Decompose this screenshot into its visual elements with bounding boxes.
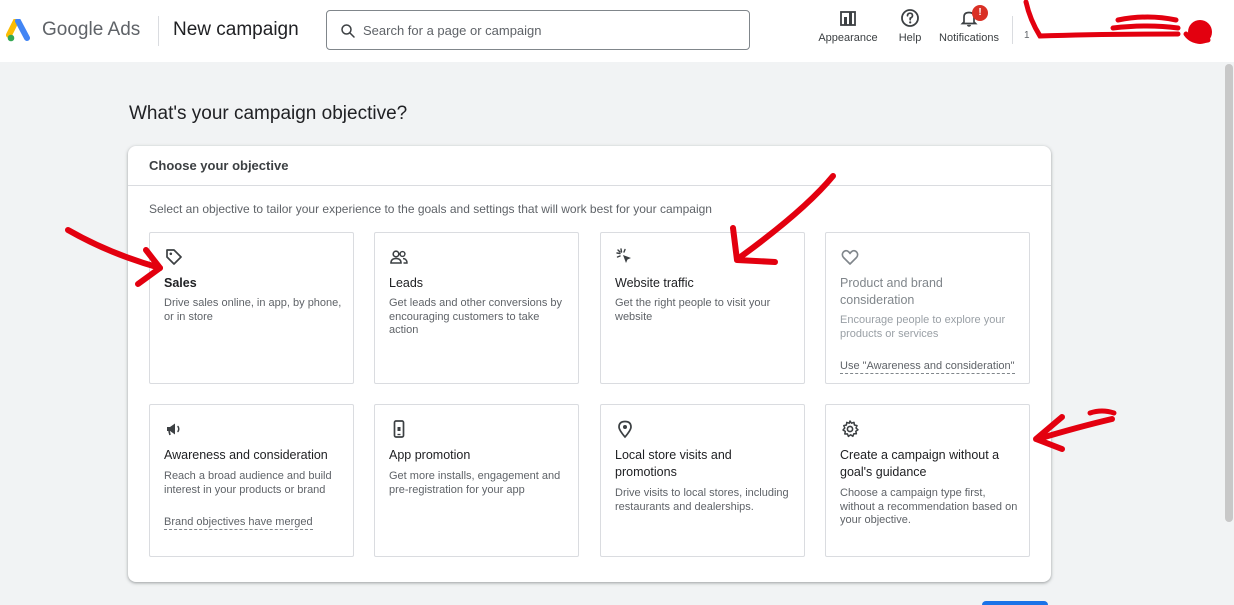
objective-awareness-consideration[interactable]: Awareness and consideration Reach a broa… (149, 404, 354, 557)
objective-description: Drive visits to local stores, including … (615, 487, 789, 513)
appearance-button[interactable]: Appearance (817, 8, 879, 44)
page-title: New campaign (173, 19, 299, 40)
objective-website-traffic[interactable]: Website traffic Get the right people to … (600, 232, 805, 384)
objective-title: Local store visits and promotions (615, 448, 732, 479)
gear-icon (842, 420, 859, 438)
objective-description: Get leads and other conversions by encou… (389, 297, 563, 336)
scrollbar-thumb[interactable] (1225, 64, 1233, 522)
search-input[interactable] (363, 20, 733, 40)
card-title: Choose your objective (149, 158, 289, 173)
objective-local-store-visits[interactable]: Local store visits and promotions Drive … (600, 404, 805, 557)
cursor-click-icon (616, 248, 631, 263)
people-icon (390, 250, 408, 264)
appearance-label: Appearance (818, 32, 878, 44)
location-pin-icon (618, 420, 632, 439)
tag-icon (166, 249, 182, 265)
card-description: Select an objective to tailor your exper… (149, 202, 712, 216)
use-awareness-link[interactable]: Use "Awareness and consideration" (840, 360, 1015, 374)
search-box[interactable] (326, 10, 750, 50)
brand-ads: Ads (107, 19, 141, 40)
phone-icon (393, 420, 405, 438)
objective-title: Awareness and consideration (164, 448, 328, 462)
objective-title: Create a campaign without a goal's guida… (840, 448, 1000, 479)
product-name[interactable]: Google Ads (42, 19, 140, 41)
header-divider-right (1012, 16, 1013, 44)
help-label: Help (898, 32, 922, 44)
search-icon (341, 24, 355, 38)
objective-description: Get more installs, engagement and pre-re… (389, 470, 561, 496)
objective-product-brand-consideration[interactable]: Product and brand consideration Encourag… (825, 232, 1030, 384)
objective-card: Choose your objective Select an objectiv… (128, 146, 1051, 582)
objective-description: Choose a campaign type first, without a … (840, 487, 1018, 526)
header-divider (158, 16, 159, 46)
page-scrollbar[interactable] (1222, 62, 1234, 605)
objective-sales[interactable]: Sales Drive sales online, in app, by pho… (149, 232, 354, 384)
notifications-label: Notifications (939, 32, 999, 44)
redaction-scribble (1023, 0, 1212, 44)
objective-description: Get the right people to visit your websi… (615, 297, 771, 323)
objective-app-promotion[interactable]: App promotion Get more installs, engagem… (374, 404, 579, 557)
objective-description: Encourage people to explore your product… (840, 314, 1006, 340)
megaphone-icon (167, 423, 180, 436)
notification-badge: ! (972, 5, 988, 21)
objective-title: Leads (389, 276, 424, 290)
objective-description: Reach a broad audience and build interes… (164, 470, 332, 496)
help-icon (901, 9, 919, 27)
objective-title: Website traffic (615, 276, 694, 290)
brand-google: Google (42, 19, 104, 40)
top-bar: Google Ads New campaign Appearance Help (0, 0, 1234, 62)
objective-title: Product and brand consideration (840, 276, 943, 307)
objective-title: Sales (164, 276, 197, 290)
heart-icon (841, 249, 859, 265)
page-heading: What's your campaign objective? (129, 103, 408, 124)
objective-description: Drive sales online, in app, by phone, or… (164, 297, 342, 323)
help-button[interactable]: Help (893, 8, 927, 44)
brand-objectives-merged-link[interactable]: Brand objectives have merged (164, 516, 313, 530)
appearance-icon (840, 11, 856, 26)
notifications-button[interactable]: ! Notifications (936, 5, 1002, 44)
objective-title: App promotion (389, 448, 471, 462)
card-header: Choose your objective (128, 146, 1051, 186)
objective-leads[interactable]: Leads Get leads and other conversions by… (374, 232, 579, 384)
google-ads-logo-icon[interactable] (6, 19, 34, 43)
objective-no-goal-guidance[interactable]: Create a campaign without a goal's guida… (825, 404, 1030, 557)
continue-button[interactable] (982, 601, 1048, 605)
